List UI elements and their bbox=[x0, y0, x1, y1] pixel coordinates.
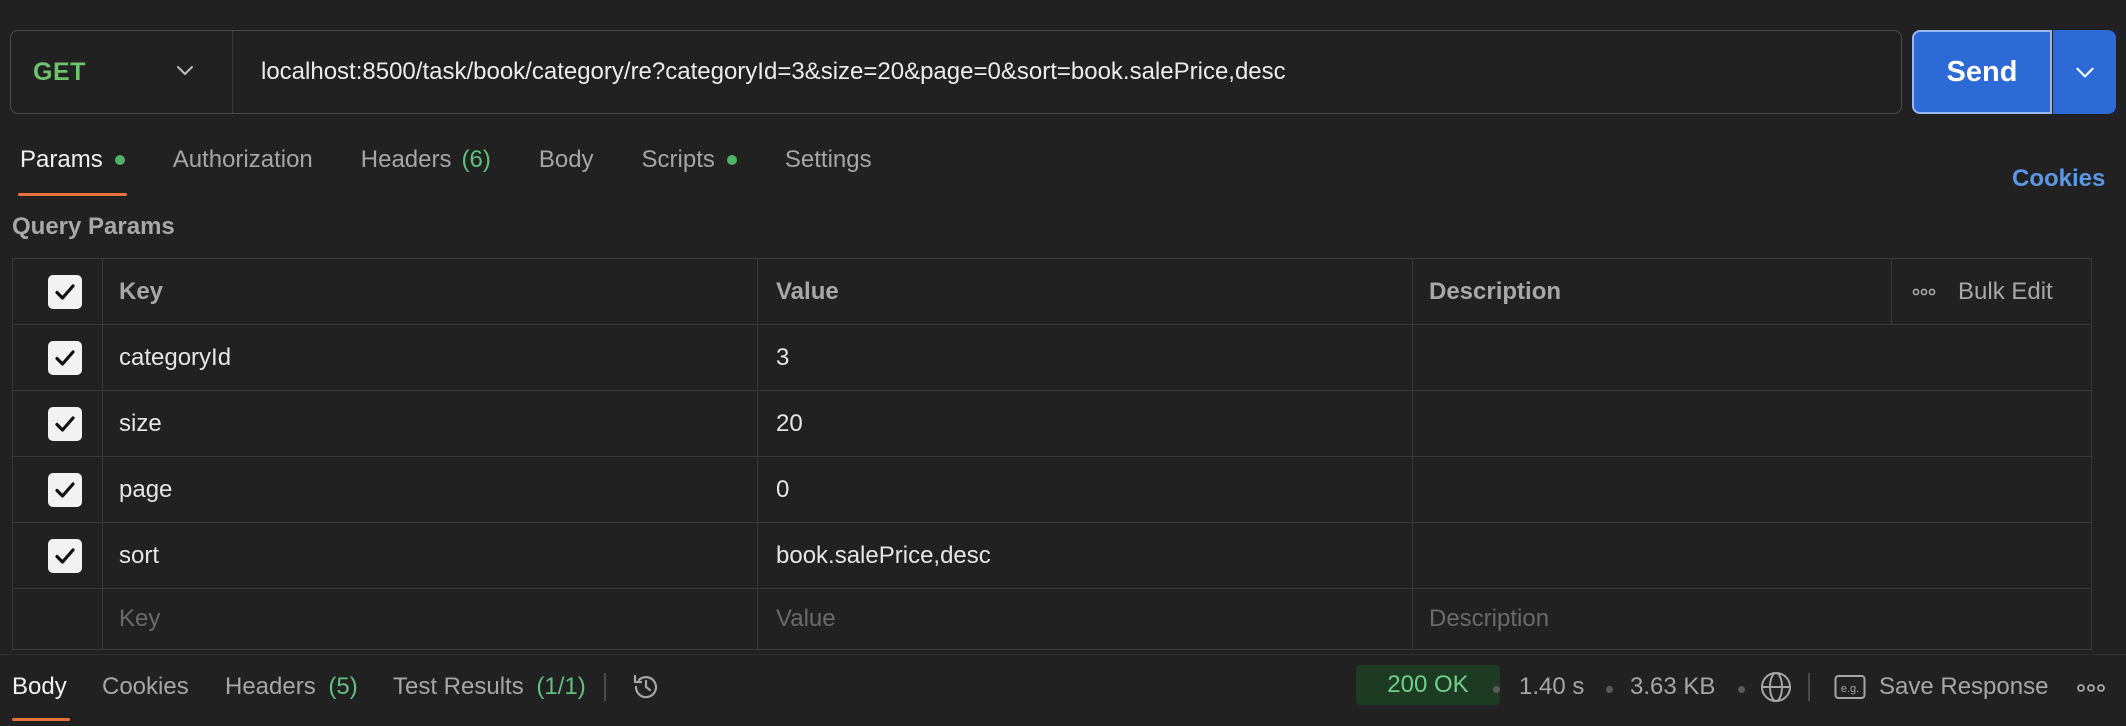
column-header-key: Key bbox=[103, 259, 758, 324]
response-size: 3.63 KB bbox=[1630, 673, 1716, 700]
response-tab-body[interactable]: Body bbox=[12, 673, 67, 701]
tab-headers[interactable]: Headers (6) bbox=[361, 146, 491, 196]
request-tabs: Params Authorization Headers (6) Body Sc… bbox=[18, 146, 920, 196]
table-row: page 0 bbox=[13, 457, 2091, 523]
param-key[interactable]: page bbox=[103, 457, 758, 522]
chevron-down-icon bbox=[2075, 67, 2094, 78]
save-response-button[interactable]: Save Response bbox=[1879, 673, 2048, 701]
send-label: Send bbox=[1946, 55, 2018, 88]
tab-count: (5) bbox=[328, 673, 358, 700]
param-description[interactable] bbox=[1413, 523, 2091, 588]
row-checkbox[interactable] bbox=[47, 340, 82, 375]
bulk-edit-area: Bulk Edit bbox=[1891, 259, 2091, 324]
tab-count: (1/1) bbox=[536, 673, 586, 700]
cookies-link[interactable]: Cookies bbox=[2012, 165, 2105, 193]
param-description[interactable] bbox=[1413, 457, 2091, 522]
response-tab-test-results[interactable]: Test Results (1/1) bbox=[393, 673, 586, 701]
check-icon bbox=[54, 283, 75, 300]
tab-label: Test Results bbox=[393, 673, 524, 700]
url-input[interactable]: localhost:8500/task/book/category/re?cat… bbox=[233, 58, 1286, 86]
column-header-value: Value bbox=[758, 259, 1413, 324]
separator-dot bbox=[1738, 686, 1745, 693]
svg-text:e.g.: e.g. bbox=[1841, 683, 1859, 695]
request-url-bar: GET localhost:8500/task/book/category/re… bbox=[10, 30, 1902, 114]
history-icon[interactable] bbox=[630, 671, 662, 703]
response-tab-cookies[interactable]: Cookies bbox=[102, 673, 189, 701]
tab-label: Settings bbox=[784, 146, 872, 173]
active-tab-indicator bbox=[12, 718, 70, 721]
bulk-edit-button[interactable]: Bulk Edit bbox=[1958, 278, 2053, 306]
param-description[interactable] bbox=[1413, 391, 2091, 456]
param-value[interactable]: 20 bbox=[758, 391, 1413, 456]
query-params-title: Query Params bbox=[12, 213, 175, 240]
separator-dot bbox=[1606, 686, 1613, 693]
table-row: size 20 bbox=[13, 391, 2091, 457]
new-value-input[interactable]: Value bbox=[758, 589, 1413, 649]
tab-settings[interactable]: Settings bbox=[785, 146, 872, 196]
row-check-cell bbox=[13, 391, 103, 456]
tab-label: Headers bbox=[225, 673, 316, 700]
param-value[interactable]: book.salePrice,desc bbox=[758, 523, 1413, 588]
row-check-cell bbox=[13, 325, 103, 390]
params-table: Key Value Description Bulk Edit category… bbox=[12, 258, 2092, 650]
table-row: categoryId 3 bbox=[13, 325, 2091, 391]
row-checkbox[interactable] bbox=[47, 538, 82, 573]
table-header-row: Key Value Description Bulk Edit bbox=[13, 259, 2091, 325]
param-key[interactable]: size bbox=[103, 391, 758, 456]
new-key-input[interactable]: Key bbox=[103, 589, 758, 649]
param-key[interactable]: categoryId bbox=[103, 325, 758, 390]
param-value[interactable]: 3 bbox=[758, 325, 1413, 390]
select-all-checkbox[interactable] bbox=[47, 274, 82, 309]
param-value[interactable]: 0 bbox=[758, 457, 1413, 522]
method-label: GET bbox=[33, 57, 86, 86]
new-description-input[interactable]: Description bbox=[1413, 589, 2091, 649]
tab-label: Scripts bbox=[641, 146, 715, 173]
check-icon bbox=[54, 547, 75, 564]
status-badge: 200 OK bbox=[1356, 665, 1500, 705]
tab-label: Body bbox=[538, 146, 594, 173]
tab-label: Params bbox=[20, 146, 103, 173]
response-tab-headers[interactable]: Headers (5) bbox=[225, 673, 358, 701]
divider bbox=[1808, 673, 1810, 701]
new-param-row: Key Value Description bbox=[13, 589, 2091, 649]
tab-body[interactable]: Body bbox=[539, 146, 594, 196]
method-select[interactable]: GET bbox=[11, 31, 233, 113]
globe-icon[interactable] bbox=[1759, 670, 1793, 704]
table-row: sort book.salePrice,desc bbox=[13, 523, 2091, 589]
row-check-cell bbox=[13, 589, 103, 649]
tab-scripts[interactable]: Scripts bbox=[642, 146, 737, 196]
row-checkbox[interactable] bbox=[47, 406, 82, 441]
param-description[interactable] bbox=[1413, 325, 2091, 390]
separator-dot bbox=[1493, 686, 1500, 693]
param-key[interactable]: sort bbox=[103, 523, 758, 588]
row-check-cell bbox=[13, 457, 103, 522]
status-dot bbox=[726, 155, 737, 165]
tab-count: (6) bbox=[461, 146, 491, 173]
tab-label: Headers bbox=[360, 146, 452, 173]
response-time: 1.40 s bbox=[1519, 673, 1585, 700]
status-dot bbox=[114, 155, 125, 165]
check-icon bbox=[54, 481, 75, 498]
column-header-description-label: Description bbox=[1429, 277, 1562, 305]
response-bar: Body Cookies Headers (5) Test Results (1… bbox=[0, 654, 2126, 726]
send-button[interactable]: Send bbox=[1912, 30, 2052, 114]
tab-authorization[interactable]: Authorization bbox=[173, 146, 313, 196]
check-icon bbox=[54, 349, 75, 366]
more-horizontal-icon[interactable] bbox=[1912, 287, 1936, 297]
chevron-down-icon bbox=[177, 66, 193, 75]
row-checkbox[interactable] bbox=[47, 472, 82, 507]
row-check-cell bbox=[13, 523, 103, 588]
more-horizontal-icon[interactable] bbox=[2077, 682, 2105, 694]
divider bbox=[604, 673, 606, 701]
tab-params[interactable]: Params bbox=[18, 146, 127, 196]
check-icon bbox=[54, 415, 75, 432]
example-icon: e.g. bbox=[1834, 675, 1866, 699]
send-options-button[interactable] bbox=[2053, 30, 2116, 114]
tab-label: Authorization bbox=[172, 146, 313, 173]
header-check-cell bbox=[13, 259, 103, 324]
column-header-description: Description Bulk Edit bbox=[1413, 259, 2091, 324]
